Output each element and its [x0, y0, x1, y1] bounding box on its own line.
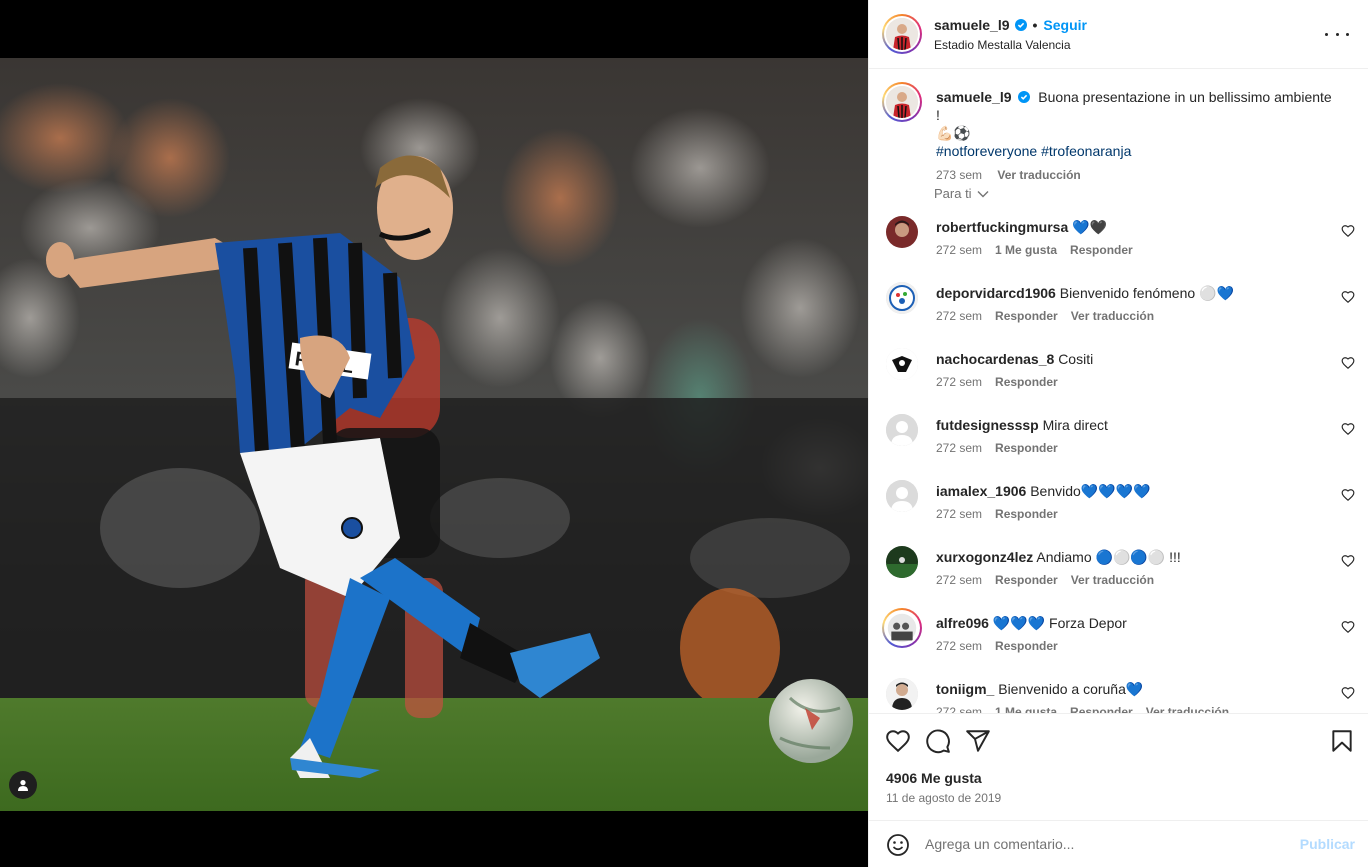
comment-time[interactable]: 272 sem	[936, 441, 982, 455]
comment-like-heart-icon[interactable]	[1341, 422, 1355, 436]
likes-count[interactable]: 4906 Me gusta	[886, 770, 982, 786]
comment-text: Andiamo 🔵⚪🔵⚪ !!!	[1036, 549, 1181, 565]
emoji-icon[interactable]	[886, 833, 910, 857]
comment-username[interactable]: alfre096	[936, 615, 989, 631]
post-actions: 4906 Me gusta 11 de agosto de 2019	[869, 713, 1368, 820]
share-icon[interactable]	[965, 728, 991, 754]
verified-badge-icon	[1014, 19, 1027, 31]
comment-like-heart-icon[interactable]	[1341, 488, 1355, 502]
caption-avatar-image	[886, 86, 918, 118]
publish-button[interactable]: Publicar	[1300, 836, 1355, 852]
comment-item: nachocardenas_8 Cositi 272 sem Responder	[869, 340, 1368, 406]
comment-text: Cositi	[1058, 351, 1094, 367]
comment-like-heart-icon[interactable]	[1341, 686, 1355, 700]
comment-time[interactable]: 272 sem	[936, 639, 982, 653]
comment-time[interactable]: 272 sem	[936, 507, 982, 521]
author-info: samuele_l9 • Seguir	[934, 17, 1087, 33]
comment-avatar[interactable]	[882, 608, 922, 648]
author-avatar[interactable]	[882, 14, 922, 54]
comment-avatar[interactable]	[886, 414, 918, 446]
comment-like-heart-icon[interactable]	[1341, 620, 1355, 634]
comment-text: 💙💙💙 Forza Depor	[992, 615, 1127, 631]
reply-button[interactable]: Responder	[995, 375, 1058, 389]
comment-filter-label: Para ti	[934, 186, 972, 201]
chevron-down-icon	[977, 190, 989, 197]
caption-meta: 273 sem Ver traducción	[936, 166, 1336, 184]
reply-button[interactable]: Responder	[995, 309, 1058, 323]
comment-item: alfre096 💙💙💙 Forza Depor 272 sem Responde…	[869, 604, 1368, 670]
comment-likes-count[interactable]: 1 Me gusta	[995, 243, 1057, 257]
reply-button[interactable]: Responder	[995, 441, 1058, 455]
caption-username[interactable]: samuele_l9	[936, 89, 1012, 105]
comment-time[interactable]: 272 sem	[936, 309, 982, 323]
comment-username[interactable]: nachocardenas_8	[936, 351, 1054, 367]
translate-link[interactable]: Ver traducción	[1071, 309, 1154, 323]
comment-item: deporvidarcd1906 Bienvenido fenómeno ⚪💙 …	[869, 274, 1368, 340]
comment-like-heart-icon[interactable]	[1341, 554, 1355, 568]
verified-badge-icon	[1018, 91, 1031, 103]
comment-text: Bienvenido a coruña💙	[998, 681, 1144, 697]
comment-avatar[interactable]	[886, 546, 918, 578]
football-player-image: PIREL	[0, 58, 868, 811]
translate-link[interactable]: Ver traducción	[997, 168, 1080, 182]
comment-avatar[interactable]	[886, 678, 918, 710]
follow-button[interactable]: Seguir	[1043, 17, 1087, 33]
caption-body: samuele_l9 Buona presentazione in un bel…	[936, 88, 1336, 184]
comment-like-heart-icon[interactable]	[1341, 224, 1355, 238]
caption-hashtags[interactable]: #notforeveryone #trofeonaranja	[936, 142, 1336, 160]
post-date[interactable]: 11 de agosto de 2019	[886, 791, 1001, 805]
comment-input[interactable]: Agrega un comentario...	[925, 836, 1074, 852]
comment-avatar[interactable]	[886, 480, 918, 512]
caption-avatar[interactable]	[882, 82, 922, 122]
post-location[interactable]: Estadio Mestalla Valencia	[934, 38, 1071, 52]
comment-text: Benvido💙💙💙💙	[1030, 483, 1151, 499]
tagged-users-button[interactable]	[9, 771, 37, 799]
post-dialog: PIREL	[0, 0, 1368, 867]
bookmark-icon[interactable]	[1329, 728, 1355, 754]
comment-avatar[interactable]	[886, 216, 918, 248]
comment-avatar[interactable]	[886, 282, 918, 314]
comment-filter-dropdown[interactable]: Para ti	[934, 186, 989, 201]
comment-item: robertfuckingmursa 💙🖤 272 sem 1 Me gusta R…	[869, 208, 1368, 274]
comment-avatar[interactable]	[886, 348, 918, 380]
comment-text: Bienvenido fenómeno ⚪💙	[1059, 285, 1234, 301]
like-heart-icon[interactable]	[885, 728, 911, 754]
translate-link[interactable]: Ver traducción	[1071, 573, 1154, 587]
comment-item: xurxogonz4lez Andiamo 🔵⚪🔵⚪ !!! 272 sem Re…	[869, 538, 1368, 604]
post-photo[interactable]: PIREL	[0, 58, 868, 811]
comment-text: Mira direct	[1042, 417, 1108, 433]
comment-username[interactable]: xurxogonz4lez	[936, 549, 1033, 565]
more-options-icon[interactable]	[1325, 24, 1349, 44]
author-username[interactable]: samuele_l9	[934, 17, 1010, 33]
comment-username[interactable]: iamalex_1906	[936, 483, 1026, 499]
comment-username[interactable]: robertfuckingmursa	[936, 219, 1068, 235]
separator-dot: •	[1032, 17, 1038, 33]
comment-item: iamalex_1906 Benvido💙💙💙💙 272 sem Responde…	[869, 472, 1368, 538]
comment-time[interactable]: 272 sem	[936, 573, 982, 587]
comment-time[interactable]: 272 sem	[936, 375, 982, 389]
add-comment-bar: Agrega un comentario... Publicar	[869, 820, 1368, 867]
comment-username[interactable]: futdesignesssp	[936, 417, 1039, 433]
comment-text: 💙🖤	[1072, 219, 1108, 235]
comment-time[interactable]: 272 sem	[936, 243, 982, 257]
reply-button[interactable]: Responder	[995, 507, 1058, 521]
comment-username[interactable]: toniigm_	[936, 681, 994, 697]
caption-time[interactable]: 273 sem	[936, 168, 982, 182]
comment-username[interactable]: deporvidarcd1906	[936, 285, 1056, 301]
post-details-panel: samuele_l9 • Seguir Estadio Mestalla Val…	[868, 0, 1368, 867]
comment-item: toniigm_ Bienvenido a coruña💙 272 sem 1 M…	[869, 670, 1368, 714]
comment-item: futdesignesssp Mira direct 272 sem Respon…	[869, 406, 1368, 472]
person-icon	[18, 780, 28, 791]
caption-emojis: 💪🏻⚽	[936, 125, 971, 141]
reply-button[interactable]: Responder	[1070, 243, 1133, 257]
comments-list: robertfuckingmursa 💙🖤 272 sem 1 Me gusta R…	[869, 208, 1368, 714]
comment-icon[interactable]	[925, 728, 951, 754]
post-header: samuele_l9 • Seguir Estadio Mestalla Val…	[869, 0, 1368, 69]
comment-like-heart-icon[interactable]	[1341, 356, 1355, 370]
author-avatar-image	[886, 18, 918, 50]
reply-button[interactable]: Responder	[995, 573, 1058, 587]
post-media: PIREL	[0, 0, 868, 867]
comment-like-heart-icon[interactable]	[1341, 290, 1355, 304]
reply-button[interactable]: Responder	[995, 639, 1058, 653]
